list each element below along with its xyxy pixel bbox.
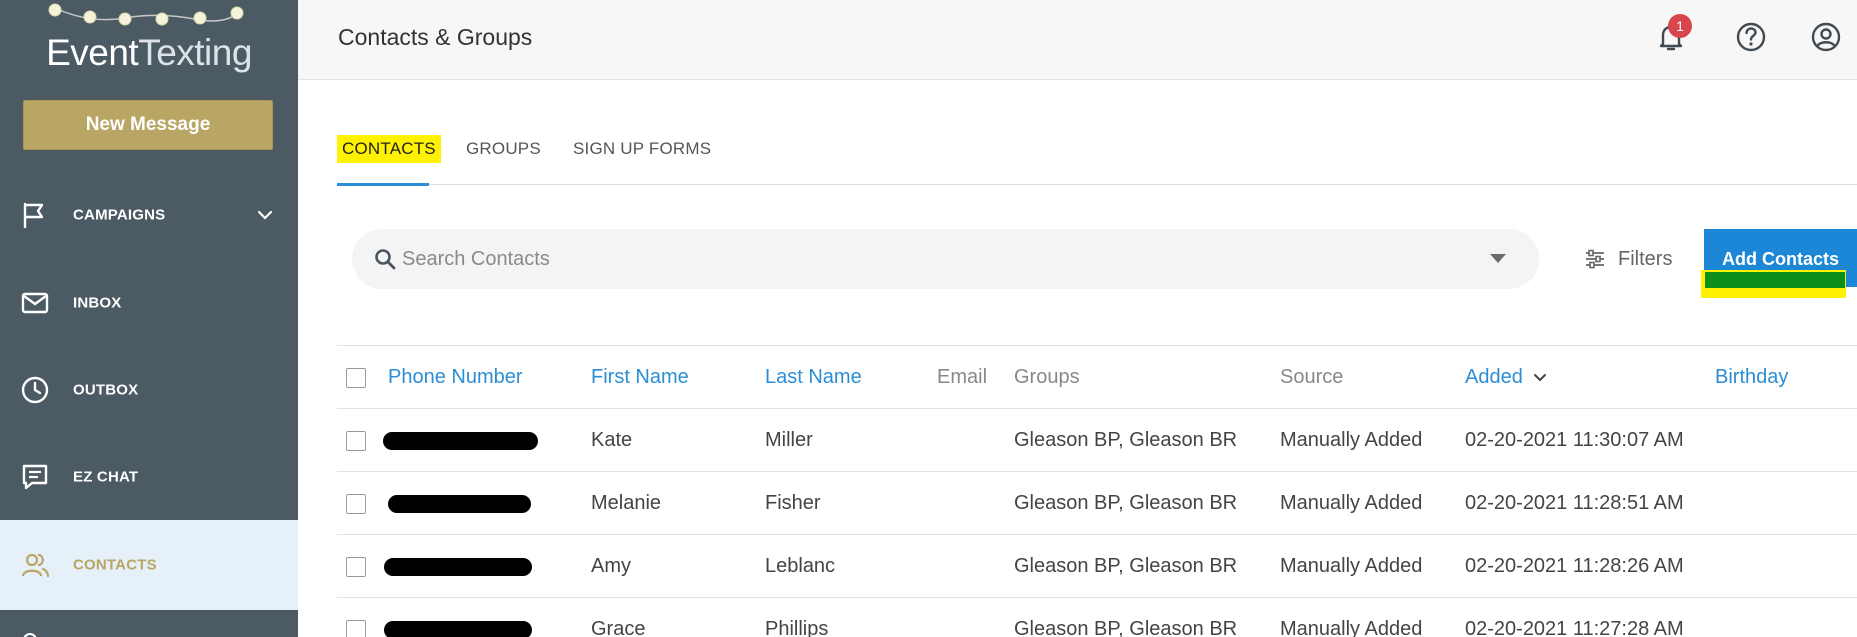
notification-badge: 1 [1668, 14, 1692, 38]
filters-button[interactable]: Filters [1584, 244, 1672, 274]
tab-label: SIGN UP FORMS [573, 139, 712, 158]
column-header-first-name[interactable]: First Name [591, 346, 689, 408]
redacted-phone-number [384, 558, 532, 576]
row-checkbox[interactable] [346, 431, 366, 451]
cell-last-name: Leblanc [765, 555, 836, 577]
tab-contacts[interactable]: CONTACTS [337, 135, 441, 186]
tab-groups[interactable]: GROUPS [461, 135, 546, 184]
row-checkbox[interactable] [346, 494, 366, 514]
cell-added: 02-20-2021 11:30:07 AM [1465, 429, 1684, 451]
column-header-phone-number[interactable]: Phone Number [388, 346, 523, 408]
chevron-down-icon[interactable] [256, 206, 274, 224]
tab-label: CONTACTS [337, 135, 441, 163]
cell-source: Manually Added [1280, 429, 1423, 451]
flag-icon [23, 202, 44, 229]
redacted-phone-number [388, 495, 531, 513]
redacted-phone-number [384, 621, 532, 637]
cell-source: Manually Added [1280, 492, 1423, 514]
row-checkbox[interactable] [346, 620, 366, 637]
sidebar-item-label: EZ CHAT [73, 468, 139, 486]
sidebar-item-contacts[interactable]: CONTACTS [0, 520, 298, 610]
select-all-checkbox[interactable] [346, 368, 366, 388]
table-row[interactable]: Melanie Fisher Gleason BP, Gleason BR Ma… [337, 472, 1857, 534]
cell-first-name: Melanie [591, 492, 662, 514]
table-row[interactable]: Kate Miller Gleason BP, Gleason BR Manua… [337, 409, 1857, 471]
table-row[interactable]: Amy Leblanc Gleason BP, Gleason BR Manua… [337, 535, 1857, 597]
partial-nav-icon [23, 633, 37, 637]
tab-bar: CONTACTS GROUPS SIGN UP FORMS [337, 135, 1857, 186]
search-input[interactable] [402, 241, 1442, 277]
column-header-last-name[interactable]: Last Name [765, 346, 862, 408]
tab-sign-up-forms[interactable]: SIGN UP FORMS [568, 135, 716, 184]
sidebar-item-outbox[interactable]: OUTBOX [0, 347, 298, 433]
page-title: Contacts & Groups [338, 24, 533, 50]
highlight-annotation [1705, 272, 1845, 288]
sidebar: EventTexting New Message CAMPAIGNS INBOX… [0, 0, 298, 637]
cell-groups: Gleason BP, Gleason BR [1014, 429, 1238, 451]
column-header-added-label: Added [1465, 366, 1523, 388]
filters-label: Filters [1618, 247, 1673, 270]
users-icon [21, 553, 50, 578]
top-header: Contacts & Groups 1 [298, 0, 1857, 80]
logo[interactable]: EventTexting [0, 0, 298, 90]
cell-first-name: Grace [591, 618, 646, 637]
sidebar-item-inbox[interactable]: INBOX [0, 260, 298, 346]
sidebar-item-label: INBOX [73, 294, 122, 312]
row-checkbox[interactable] [346, 557, 366, 577]
sidebar-item-label: OUTBOX [73, 381, 139, 399]
logo-text: EventTexting [0, 32, 298, 74]
sidebar-item-campaigns[interactable]: CAMPAIGNS [0, 172, 298, 258]
string-lights-decoration [48, 3, 244, 26]
cell-first-name: Kate [591, 429, 633, 451]
cell-groups: Gleason BP, Gleason BR [1014, 618, 1238, 637]
new-message-button[interactable]: New Message [23, 100, 273, 150]
column-header-source: Source [1280, 366, 1344, 388]
column-header-groups: Groups [1014, 366, 1080, 388]
cell-groups: Gleason BP, Gleason BR [1014, 555, 1238, 577]
cell-groups: Gleason BP, Gleason BR [1014, 492, 1238, 514]
cell-last-name: Miller [765, 429, 813, 451]
help-icon[interactable] [1734, 20, 1768, 54]
cell-added: 02-20-2021 11:28:26 AM [1465, 555, 1684, 577]
column-header-email: Email [937, 366, 988, 388]
sidebar-item-label: CONTACTS [73, 556, 157, 574]
table-header-row: Phone Number First Name Last Name Email … [337, 346, 1857, 408]
column-header-added[interactable]: Added [1465, 346, 1547, 408]
cell-source: Manually Added [1280, 618, 1423, 637]
cell-last-name: Phillips [765, 618, 829, 637]
table-row[interactable]: Grace Phillips Gleason BP, Gleason BR Ma… [337, 598, 1857, 637]
sliders-icon [1586, 249, 1604, 269]
logo-text-part1: Event [46, 32, 139, 73]
search-icon [375, 249, 396, 270]
cell-first-name: Amy [591, 555, 631, 577]
redacted-phone-number [383, 432, 538, 450]
caret-down-icon[interactable] [1488, 251, 1508, 265]
search-bar[interactable] [352, 229, 1539, 289]
sidebar-item-ez-chat[interactable]: EZ CHAT [0, 434, 298, 520]
sidebar-item-label: CAMPAIGNS [73, 206, 166, 224]
envelope-icon [21, 292, 49, 314]
clock-icon [21, 376, 49, 404]
user-icon[interactable] [1809, 20, 1843, 54]
chevron-down-icon [1533, 373, 1546, 382]
cell-added: 02-20-2021 11:27:28 AM [1465, 618, 1684, 637]
logo-text-part2: Texting [138, 32, 252, 73]
tab-label: GROUPS [466, 139, 541, 158]
cell-source: Manually Added [1280, 555, 1423, 577]
chat-icon [22, 464, 48, 490]
cell-added: 02-20-2021 11:28:51 AM [1465, 492, 1684, 514]
column-header-birthday[interactable]: Birthday [1715, 346, 1788, 408]
cell-last-name: Fisher [765, 492, 821, 514]
